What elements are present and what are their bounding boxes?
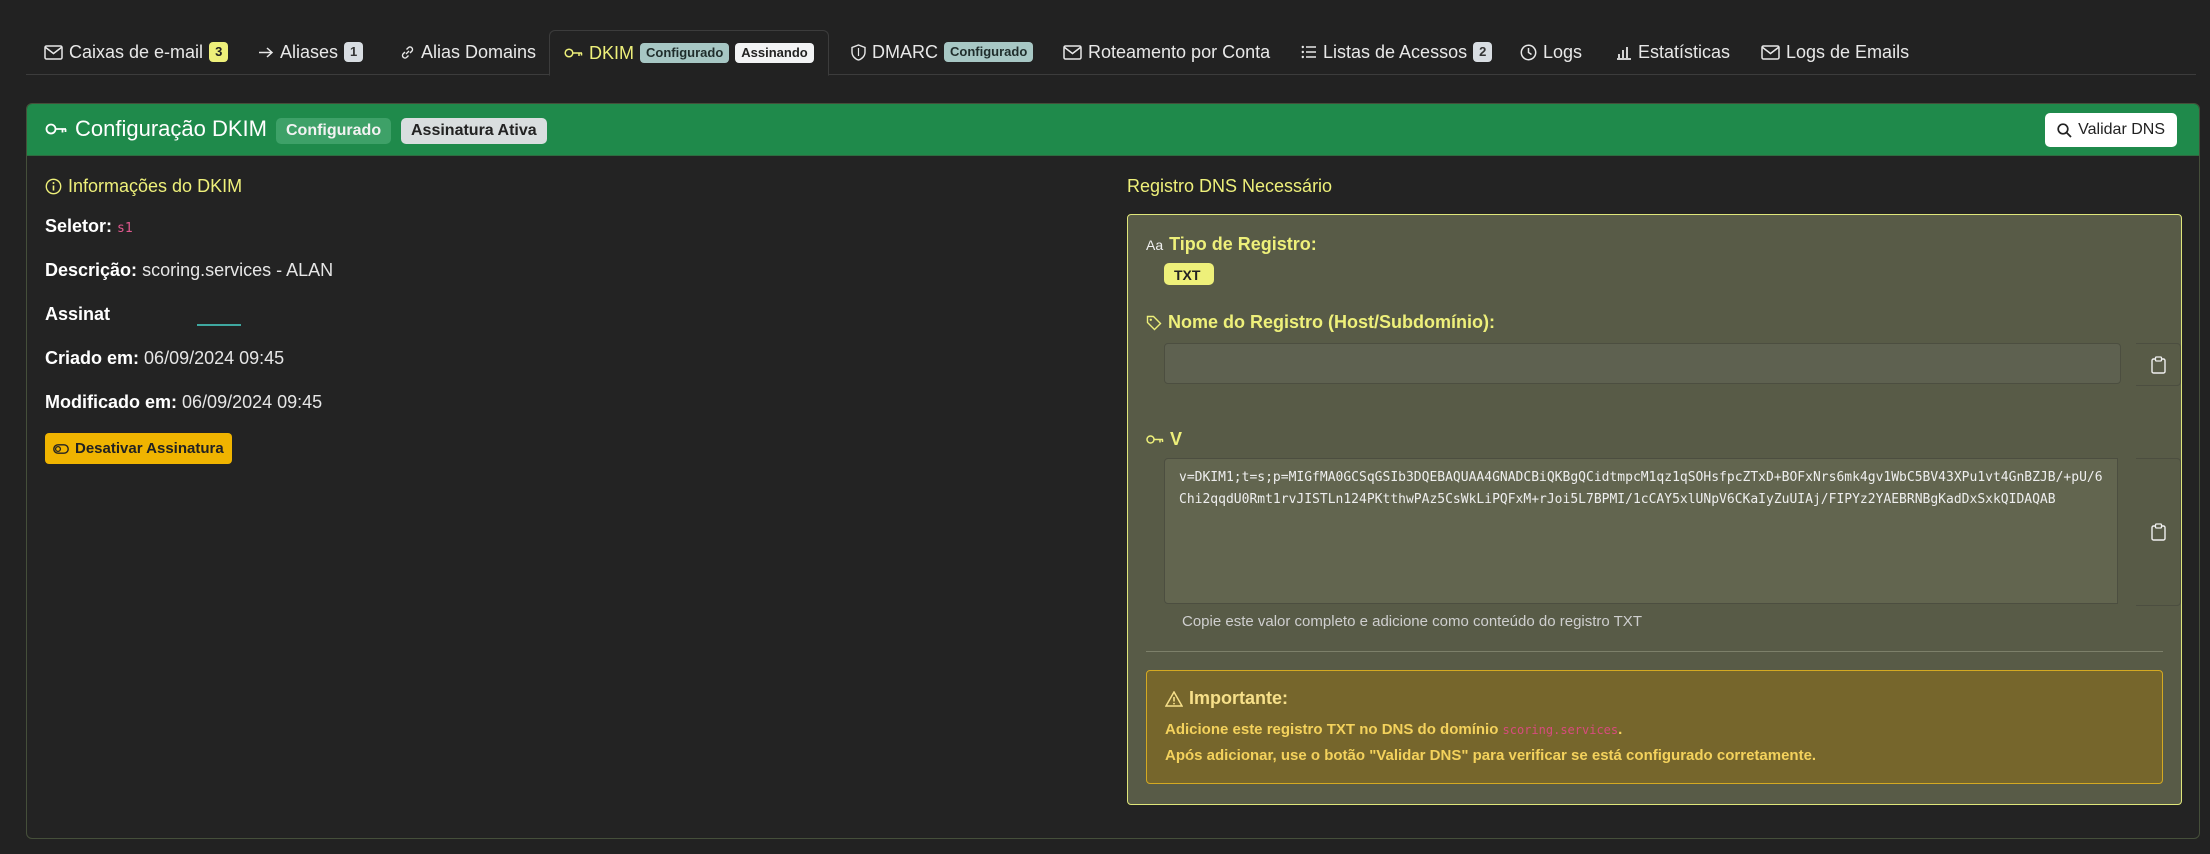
clipboard-icon — [2150, 355, 2166, 374]
dkim-card: Configuração DKIM Configurado Assinatura… — [26, 103, 2200, 839]
tab-bar: Caixas de e-mail 3 Aliases 1 Alias Domai… — [26, 30, 2196, 76]
warning-icon — [1165, 690, 1183, 707]
info-icon — [45, 178, 62, 195]
tab-label: DMARC — [872, 41, 938, 62]
count-badge: 3 — [209, 42, 229, 62]
envelope-check-icon — [1761, 44, 1780, 60]
record-type-label: Aa Tipo de Registro: — [1146, 234, 1317, 254]
created-row: Criado em: 06/09/2024 09:45 — [45, 348, 285, 368]
tab-label: Roteamento por Conta — [1088, 41, 1271, 62]
dns-record-panel: Aa Tipo de Registro: TXT Nome do Registr… — [1127, 214, 2182, 805]
tab-label: DKIM — [589, 42, 634, 63]
modified-row: Modificado em: 06/09/2024 09:45 — [45, 392, 323, 412]
count-badge: 2 — [1473, 42, 1493, 62]
copy-help-text: Copie este valor completo e adicione com… — [1182, 613, 1642, 630]
clipboard-icon — [2150, 523, 2166, 541]
signature-status-line — [197, 324, 241, 326]
created-value: 06/09/2024 09:45 — [144, 348, 285, 368]
card-header: Configuração DKIM Configurado Assinatura… — [27, 104, 2199, 156]
selector-row: Seletor: s1 — [45, 216, 133, 236]
toggle-off-icon — [53, 443, 69, 454]
record-name-field[interactable] — [1164, 343, 2121, 384]
status-badge: Assinando — [735, 43, 814, 63]
envelope-icon — [44, 44, 63, 60]
key-icon — [564, 48, 583, 58]
divider — [1146, 651, 2163, 652]
description-value: scoring.services - ALAN — [142, 260, 334, 280]
modified-value: 06/09/2024 09:45 — [182, 392, 323, 412]
list-icon — [1301, 45, 1316, 59]
tab-label: Aliases — [280, 41, 339, 62]
link-icon — [401, 45, 414, 59]
copy-name-button[interactable] — [2136, 343, 2181, 386]
record-type-badge: TXT — [1164, 263, 1214, 285]
validate-dns-button[interactable]: Validar DNS — [2045, 113, 2177, 147]
envelope-route-icon — [1063, 44, 1082, 60]
key-icon — [45, 123, 67, 135]
signing-active-badge: Assinatura Ativa — [401, 118, 547, 144]
tab-label: Logs — [1543, 41, 1583, 62]
record-value-label: V — [1146, 429, 1182, 450]
alert-title: Importante: — [1165, 688, 1288, 709]
tab-label: Logs de Emails — [1786, 41, 1910, 62]
tab-logs[interactable]: Logs — [1520, 30, 1582, 74]
copy-value-button[interactable] — [2136, 458, 2181, 606]
tab-account-routing[interactable]: Roteamento por Conta — [1063, 30, 1270, 74]
deactivate-signature-button[interactable]: Desativar Assinatura — [45, 433, 232, 464]
bar-chart-icon — [1617, 46, 1631, 60]
important-alert: Importante: Adicione este registro TXT n… — [1146, 670, 2163, 784]
record-name-label: Nome do Registro (Host/Subdomínio): — [1146, 312, 1495, 333]
clock-icon — [1520, 44, 1537, 60]
tab-aliases[interactable]: Aliases 1 — [258, 30, 364, 74]
tab-mailboxes[interactable]: Caixas de e-mail 3 — [44, 30, 229, 74]
signature-row: Assinat — [45, 304, 111, 324]
card-title: Configuração DKIM — [45, 116, 267, 142]
tab-alias-domains[interactable]: Alias Domains — [400, 30, 536, 74]
tab-email-logs[interactable]: Logs de Emails — [1761, 30, 1909, 74]
tab-label: Listas de Acessos — [1323, 41, 1468, 62]
count-badge: 1 — [344, 42, 364, 62]
tab-label: Alias Domains — [421, 41, 537, 62]
record-value-textarea[interactable]: v=DKIM1;t=s;p=MIGfMA0GCSqGSIb3DQEBAQUAA4… — [1164, 458, 2118, 604]
tab-dkim[interactable]: DKIM Configurado Assinando — [549, 30, 829, 76]
status-badge: Configurado — [944, 42, 1034, 62]
tab-statistics[interactable]: Estatísticas — [1616, 30, 1730, 74]
selector-value: s1 — [117, 221, 133, 236]
alert-line-2: Após adicionar, use o botão "Validar DNS… — [1165, 747, 1817, 764]
alert-line-1: Adicione este registro TXT no DNS do dom… — [1165, 721, 1623, 738]
key-icon — [1146, 435, 1164, 444]
tab-label: Caixas de e-mail — [69, 41, 204, 62]
shield-icon — [851, 43, 866, 61]
tag-icon — [1146, 315, 1162, 330]
description-row: Descrição: scoring.services - ALAN — [45, 260, 334, 280]
tab-dmarc[interactable]: DMARC Configurado — [851, 30, 1034, 74]
search-icon — [2057, 122, 2072, 138]
dns-heading: Registro DNS Necessário — [1127, 176, 1333, 196]
info-heading: Informações do DKIM — [45, 176, 242, 197]
tab-label: Estatísticas — [1638, 41, 1731, 62]
status-badge: Configurado — [640, 43, 730, 63]
forward-arrow-icon — [259, 46, 274, 58]
tab-access-lists[interactable]: Listas de Acessos 2 — [1301, 30, 1493, 74]
alert-domain: scoring.services — [1502, 723, 1619, 737]
text-format-icon: Aa — [1146, 236, 1164, 253]
configured-badge: Configurado — [276, 118, 392, 144]
